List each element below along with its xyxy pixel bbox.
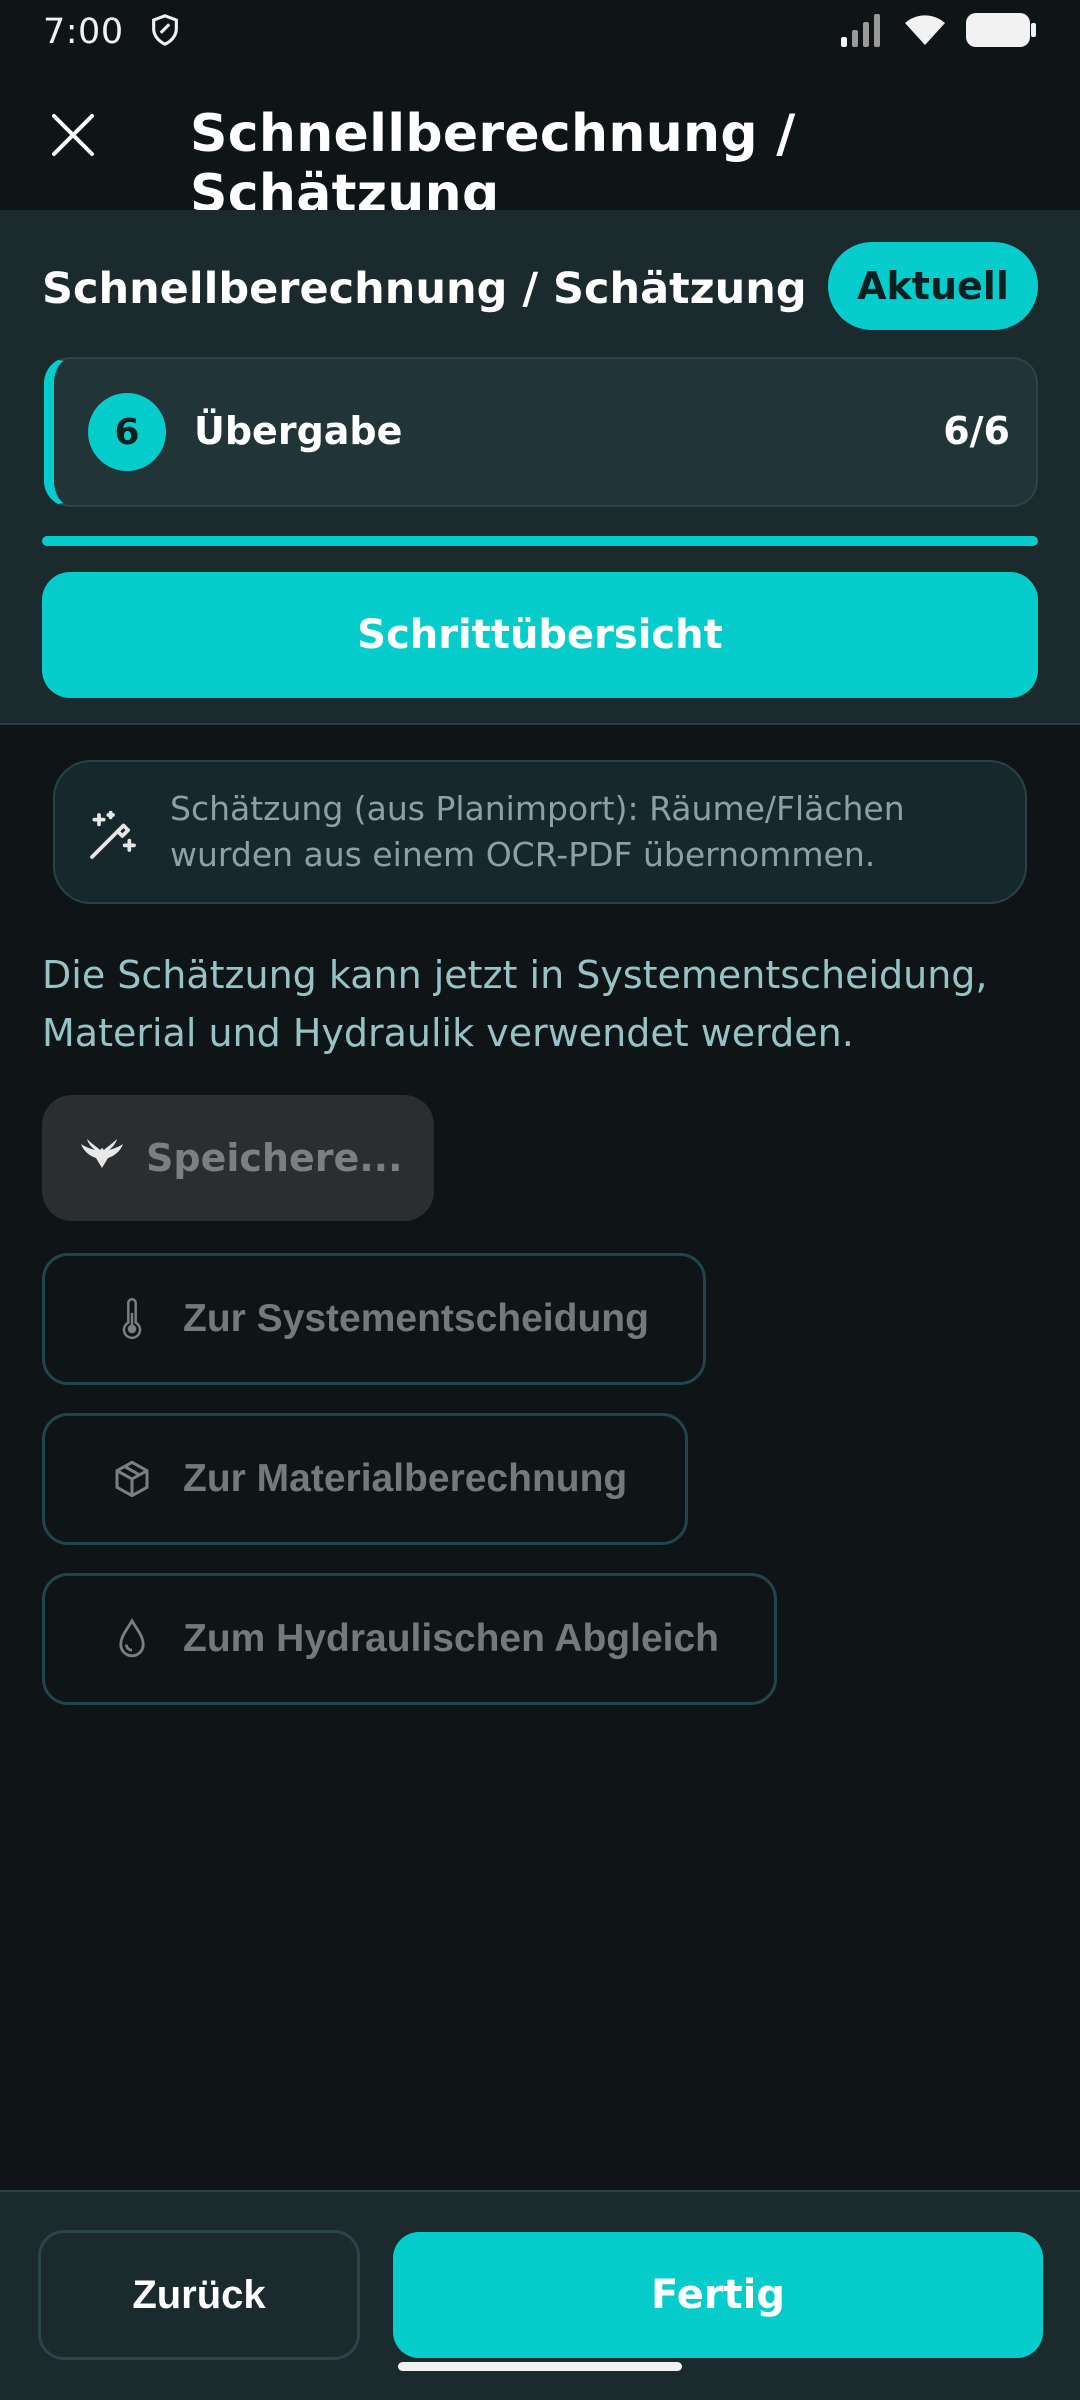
saving-button[interactable]: Speichere... (42, 1095, 434, 1221)
to-system-decision-button[interactable]: Zur Systementscheidung (42, 1253, 706, 1385)
finish-button[interactable]: Fertig (393, 2232, 1043, 2358)
droplet-icon (111, 1618, 153, 1660)
info-box: Schätzung (aus Planimport): Räume/Fläche… (53, 760, 1027, 904)
status-time: 7:00 (43, 12, 124, 52)
step-count: 6/6 (943, 409, 1010, 453)
nav-label: Zum Hydraulischen Abgleich (183, 1617, 719, 1660)
step-overview-button[interactable]: Schrittübersicht (42, 572, 1038, 698)
nav-label: Zur Systementscheidung (183, 1297, 649, 1340)
close-button[interactable] (42, 104, 104, 166)
info-text: Schätzung (aus Planimport): Räume/Fläche… (170, 789, 905, 874)
step-label: Übergabe (194, 409, 403, 453)
saving-label: Speichere... (146, 1136, 403, 1180)
app-title: Schnellberechnung / Schätzung (190, 104, 796, 224)
to-hydraulic-balancing-button[interactable]: Zum Hydraulischen Abgleich (42, 1573, 777, 1705)
panel-title: Schnellberechnung / Schätzung (42, 264, 807, 314)
thermometer-icon (111, 1298, 153, 1340)
magic-wand-icon (85, 808, 141, 864)
progress-bar (42, 536, 1038, 546)
signal-icon (839, 13, 885, 51)
to-material-calculation-button[interactable]: Zur Materialberechnung (42, 1413, 688, 1545)
package-icon (111, 1458, 153, 1500)
header-panel: Schnellberechnung / Schätzung Aktuell 6 … (0, 210, 1080, 725)
nav-label: Zur Materialberechnung (183, 1457, 628, 1500)
back-button[interactable]: Zurück (38, 2230, 360, 2360)
close-icon (52, 114, 94, 156)
current-badge: Aktuell (828, 242, 1038, 330)
home-indicator[interactable] (398, 2362, 682, 2371)
step-number: 6 (88, 393, 166, 471)
bird-icon (80, 1138, 124, 1178)
shield-icon (148, 13, 182, 51)
app-bar: Schnellberechnung / Schätzung (0, 64, 1080, 224)
current-step-card[interactable]: 6 Übergabe 6/6 (44, 357, 1038, 507)
wifi-icon (903, 13, 947, 51)
progress-fill (42, 536, 1038, 546)
status-bar: 7:00 (0, 0, 1080, 64)
description-text: Die Schätzung kann jetzt in Systementsch… (42, 953, 988, 1055)
battery-icon (965, 12, 1037, 52)
